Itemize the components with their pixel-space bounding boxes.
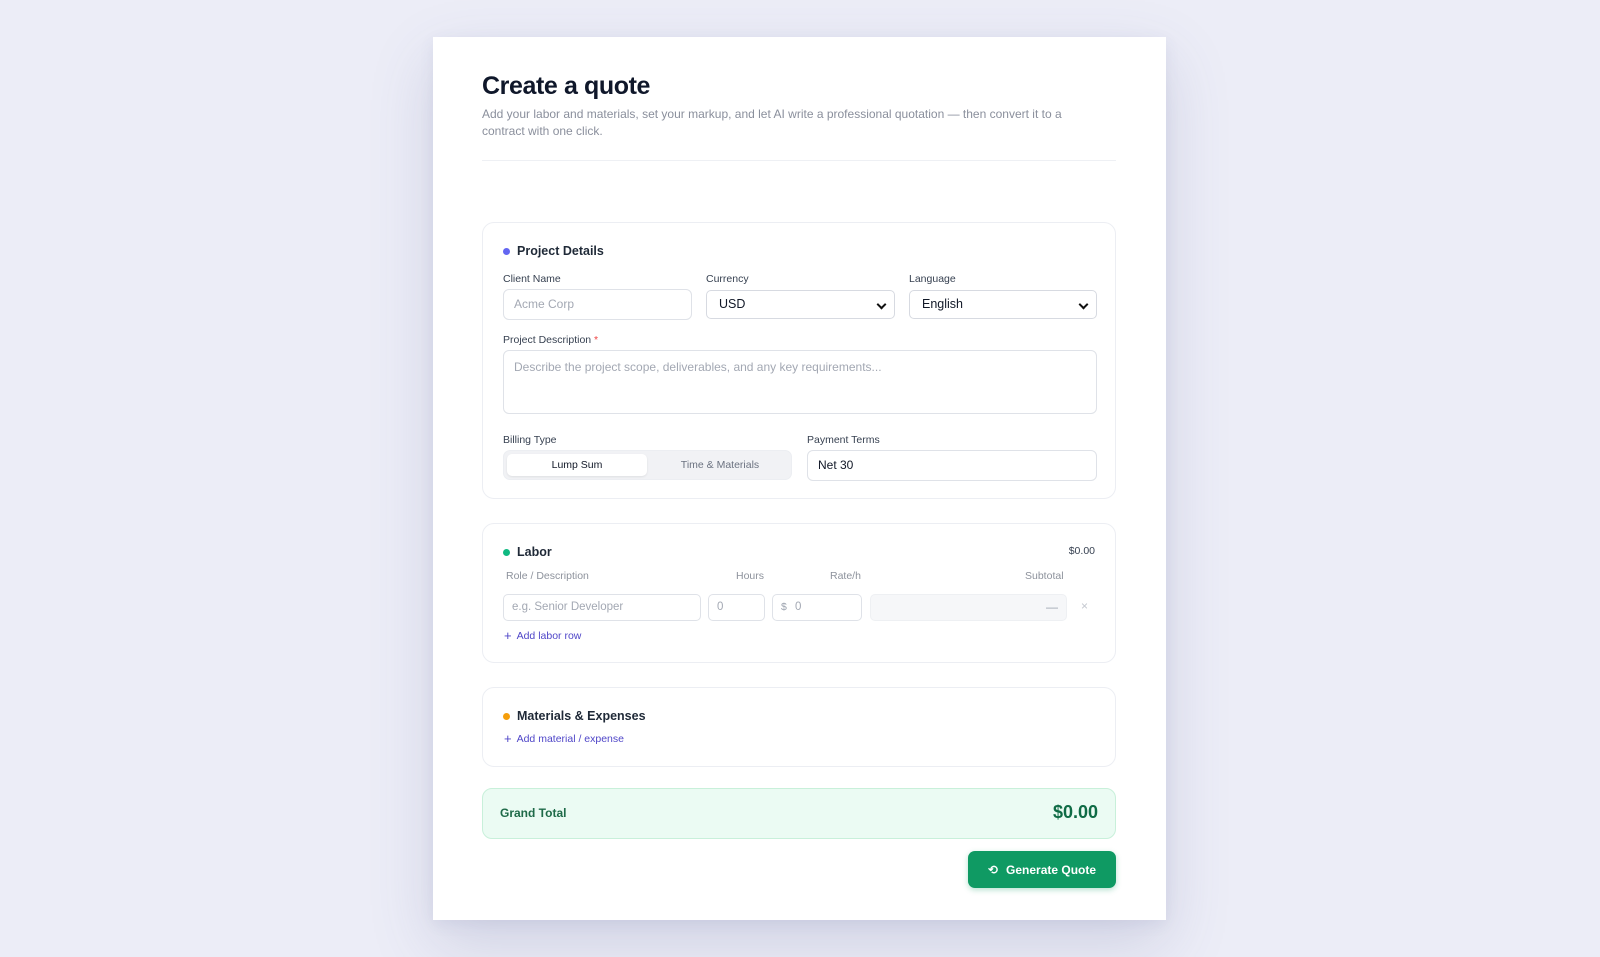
sparkle-icon: ⟲: [987, 862, 999, 877]
project-details-title: Project Details: [517, 244, 604, 258]
col-subtotal: Subtotal: [1025, 570, 1064, 582]
labor-header: Labor: [503, 544, 552, 560]
chevron-down-icon: [876, 299, 887, 310]
materials-header: Materials & Expenses: [503, 708, 646, 724]
required-marker: *: [594, 334, 599, 346]
labor-subtotal: —: [870, 594, 1067, 621]
col-role: Role / Description: [506, 570, 589, 582]
project-description-label: Project Description *: [503, 334, 598, 346]
currency-value: USD: [719, 297, 746, 311]
labor-total: $0.00: [1068, 545, 1095, 557]
materials-dot-icon: [503, 712, 510, 720]
billing-type-label: Billing Type: [503, 434, 557, 446]
payment-terms-input[interactable]: Net 30: [807, 450, 1097, 481]
generate-quote-button[interactable]: ⟲ Generate Quote: [968, 851, 1116, 888]
chevron-down-icon: [1078, 299, 1089, 310]
currency-label: Currency: [706, 273, 749, 285]
client-name-input[interactable]: Acme Corp: [503, 289, 692, 320]
remove-row-icon[interactable]: ×: [1081, 599, 1088, 613]
labor-title: Labor: [517, 545, 552, 559]
project-dot-icon: [503, 247, 510, 255]
divider: [482, 160, 1116, 161]
page-title: Create a quote: [482, 72, 651, 100]
col-hours: Hours: [736, 570, 765, 582]
plus-icon: +: [504, 731, 512, 746]
page-subtitle: Add your labor and materials, set your m…: [482, 107, 1062, 138]
payment-terms-label: Payment Terms: [807, 434, 880, 446]
add-material-button[interactable]: + Add material / expense: [504, 731, 624, 746]
col-rate: Rate/h: [830, 570, 861, 582]
labor-rate-input[interactable]: $ 0: [772, 594, 862, 621]
language-select[interactable]: English: [909, 290, 1097, 319]
grand-total-value: $0.00: [1052, 802, 1098, 822]
project-description-textarea[interactable]: Describe the project scope, deliverables…: [503, 350, 1097, 414]
add-labor-row-button[interactable]: + Add labor row: [504, 628, 581, 643]
labor-role-input[interactable]: e.g. Senior Developer: [503, 594, 701, 621]
generate-quote-label: Generate Quote: [1006, 862, 1097, 877]
add-material-label: Add material / expense: [516, 732, 624, 745]
language-label: Language: [909, 273, 956, 285]
project-description-label-text: Project Description: [503, 334, 592, 346]
project-details-header: Project Details: [503, 243, 604, 259]
labor-dot-icon: [503, 548, 510, 556]
billing-time-materials-option[interactable]: Time & Materials: [650, 454, 790, 476]
project-details-section: Project Details Client Name Acme Corp Cu…: [482, 222, 1116, 499]
billing-lump-sum-option[interactable]: Lump Sum: [507, 454, 647, 476]
quote-card: Create a quote Add your labor and materi…: [433, 37, 1166, 920]
materials-section: Materials & Expenses + Add material / ex…: [482, 687, 1116, 767]
labor-hours-input[interactable]: 0: [708, 594, 765, 621]
add-labor-row-label: Add labor row: [516, 629, 582, 642]
language-value: English: [922, 297, 963, 311]
client-name-label: Client Name: [503, 273, 561, 285]
rate-value: 0: [795, 601, 802, 613]
grand-total-panel: Grand Total $0.00: [482, 788, 1116, 839]
grand-total-label: Grand Total: [500, 806, 567, 820]
plus-icon: +: [504, 628, 512, 643]
billing-type-toggle: Lump Sum Time & Materials: [503, 450, 792, 480]
materials-title: Materials & Expenses: [517, 709, 646, 723]
labor-section: Labor $0.00 Role / Description Hours Rat…: [482, 523, 1116, 663]
rate-prefix: $: [781, 601, 787, 613]
quote-form: Create a quote Add your labor and materi…: [482, 71, 1116, 888]
currency-select[interactable]: USD: [706, 290, 895, 319]
